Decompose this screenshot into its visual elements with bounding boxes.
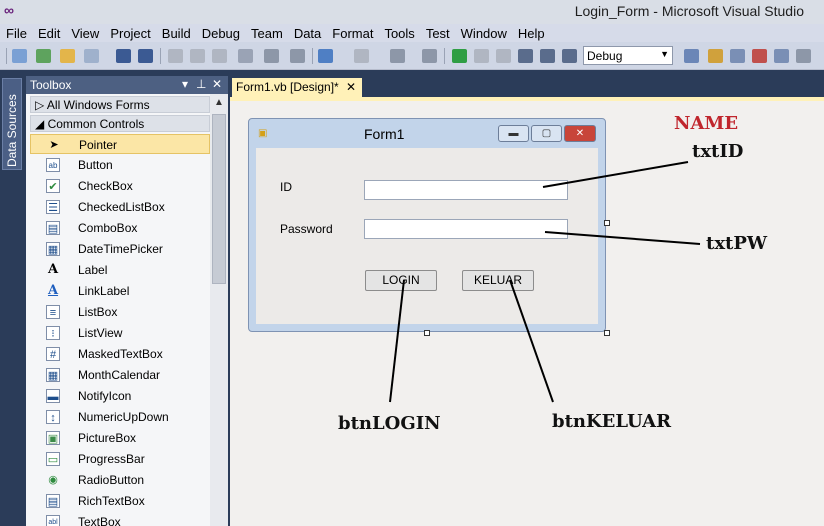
btnlogin-pointer-line [389,279,405,403]
annotation-btnlogin: btnLOGIN [338,413,441,434]
btnkeluar-pointer-line [509,279,554,403]
annotation-txtpw: txtPW [706,233,768,254]
txtpw-pointer-line [544,231,701,245]
annotation-txtid: txtID [692,141,744,162]
annotation-name-heading: NAME [674,113,739,134]
annotation-lines [389,161,701,403]
annotation-btnkeluar: btnKELUAR [552,411,672,432]
txtid-pointer-line [542,161,689,188]
